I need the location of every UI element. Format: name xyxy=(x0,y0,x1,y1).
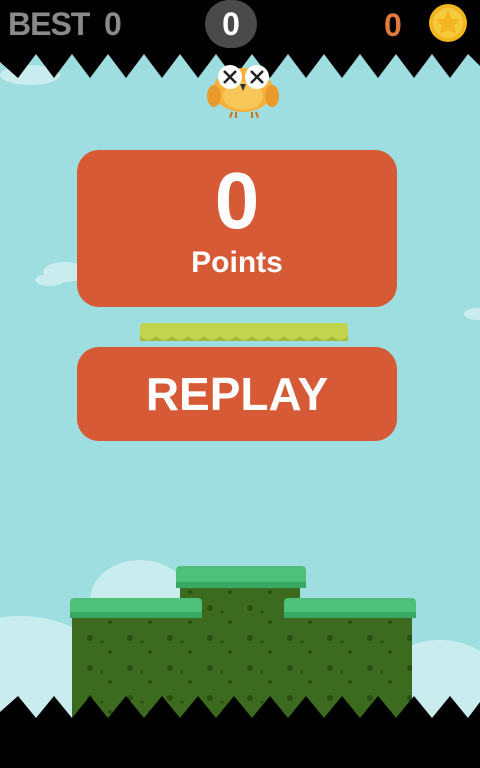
points-value: 0 xyxy=(214,156,260,245)
points-panel: 0 Points xyxy=(77,150,397,307)
replay-button[interactable]: REPLAY xyxy=(77,347,397,441)
points-label: Points xyxy=(191,246,283,279)
owl-bird xyxy=(207,65,279,119)
